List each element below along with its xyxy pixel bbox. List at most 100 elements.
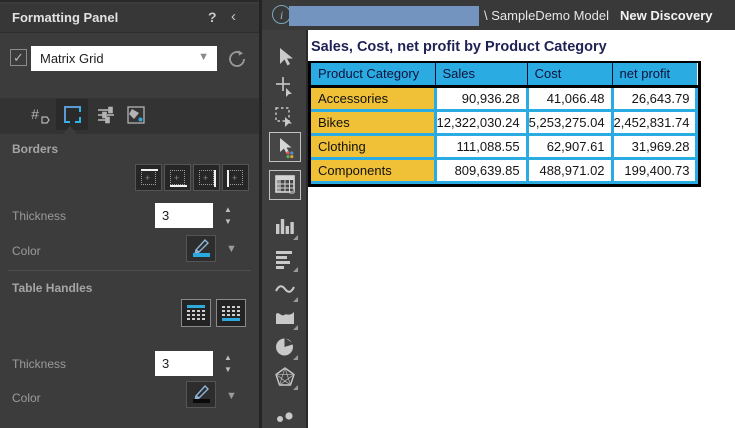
sales-cell[interactable]: 90,936.28	[435, 86, 527, 110]
report-table-body: Accessories 90,936.28 41,066.48 26,643.7…	[311, 86, 697, 182]
table-handles-heading: Table Handles	[12, 281, 92, 295]
borders-tab-icon	[64, 106, 81, 123]
table-row[interactable]: Clothing 111,088.55 62,907.61 31,969.28	[311, 134, 697, 158]
spinner-up-icon[interactable]: ▲	[224, 205, 232, 214]
handles-thickness-label: Thickness	[12, 357, 66, 371]
borders-color-label: Color	[12, 244, 41, 258]
net-profit-cell[interactable]: 26,643.79	[612, 86, 697, 110]
collapse-panel-icon[interactable]: ‹	[231, 8, 236, 25]
handles-color-picker[interactable]	[186, 381, 216, 408]
reset-formatting-button[interactable]	[225, 47, 249, 71]
borders-color-swatch	[193, 253, 210, 257]
border-bottom-button[interactable]: +	[164, 164, 191, 191]
target-enabled-checkbox[interactable]: ✓	[10, 49, 27, 66]
matrix-grid[interactable]: Product Category Sales Cost net profit A…	[308, 61, 701, 187]
handles-thickness-spinner[interactable]: ▲ ▼	[221, 351, 237, 376]
spinner-down-icon[interactable]: ▼	[224, 217, 232, 226]
table-bottom-handle-icon	[222, 305, 240, 321]
radar-chart-tool[interactable]	[274, 366, 296, 388]
borders-section-heading: Borders	[12, 142, 58, 156]
target-dropdown[interactable]: Matrix Grid ▼	[31, 46, 217, 71]
table-header-row: Product Category Sales Cost net profit	[311, 63, 697, 86]
handle-top-button[interactable]	[181, 299, 211, 327]
spinner-up-icon[interactable]: ▲	[224, 353, 232, 362]
category-cell[interactable]: Clothing	[311, 134, 435, 158]
redacted-model-name	[289, 6, 479, 26]
reset-icon	[225, 47, 249, 71]
handles-color-label: Color	[12, 391, 41, 405]
handles-thickness-input[interactable]	[155, 351, 213, 376]
report-canvas: Sales, Cost, net profit by Product Categ…	[308, 30, 735, 428]
borders-thickness-spinner[interactable]: ▲ ▼	[221, 203, 237, 228]
column-header[interactable]: Product Category	[311, 63, 435, 86]
line-chart-tool[interactable]	[274, 278, 296, 300]
border-left-button[interactable]: +	[222, 164, 249, 191]
net-profit-cell[interactable]: 31,969.28	[612, 134, 697, 158]
cursor-icon	[274, 46, 296, 68]
new-discovery-button[interactable]: New Discovery	[620, 8, 713, 23]
formatting-panel-title: Formatting Panel	[12, 10, 118, 25]
chevron-down-icon: ▼	[198, 51, 209, 63]
section-divider	[8, 270, 251, 271]
sliders-icon	[95, 104, 117, 126]
borders-color-picker[interactable]	[186, 235, 216, 262]
cost-cell[interactable]: 5,253,275.04	[527, 110, 612, 134]
paint-bucket-icon	[125, 104, 147, 126]
scatter-chart-tool[interactable]	[274, 408, 296, 428]
svg-text:#: #	[31, 106, 39, 122]
category-cell[interactable]: Bikes	[311, 110, 435, 134]
border-right-button[interactable]: +	[193, 164, 220, 191]
marquee-cursor-icon	[274, 106, 296, 128]
category-cell[interactable]: Components	[311, 158, 435, 182]
net-profit-cell[interactable]: 199,400.73	[612, 158, 697, 182]
sales-cell[interactable]: 809,639.85	[435, 158, 527, 182]
grid-view-tool[interactable]	[269, 170, 301, 200]
discovery-top-bar: i \ SampleDemo Model New Discovery	[262, 0, 735, 30]
select-tool[interactable]	[274, 46, 296, 68]
category-cell[interactable]: Accessories	[311, 86, 435, 110]
settings-tab[interactable]	[90, 99, 122, 130]
bar-chart-tool[interactable]	[274, 248, 296, 270]
sales-cell[interactable]: 12,322,030.24	[435, 110, 527, 134]
area-chart-tool[interactable]	[274, 306, 296, 328]
report-title: Sales, Cost, net profit by Product Categ…	[311, 39, 607, 55]
help-icon[interactable]: ?	[208, 9, 217, 25]
column-header[interactable]: Sales	[435, 63, 527, 86]
sales-cell[interactable]: 111,088.55	[435, 134, 527, 158]
report-table: Product Category Sales Cost net profit A…	[311, 63, 698, 184]
grid-icon	[273, 173, 297, 197]
scatter-chart-icon	[274, 408, 296, 428]
cost-cell[interactable]: 41,066.48	[527, 86, 612, 110]
target-dropdown-value: Matrix Grid	[40, 51, 104, 66]
column-header[interactable]: net profit	[612, 63, 697, 86]
table-top-handle-icon	[187, 305, 205, 321]
crosshair-cursor-icon	[274, 76, 296, 98]
model-path: \ SampleDemo Model	[484, 8, 609, 23]
highlight-cursor-icon	[273, 135, 297, 159]
cost-cell[interactable]: 488,971.02	[527, 158, 612, 182]
pie-chart-tool[interactable]	[274, 336, 296, 358]
spinner-down-icon[interactable]: ▼	[224, 365, 232, 374]
formatting-tab-row: #	[0, 98, 259, 134]
column-header[interactable]: Cost	[527, 63, 612, 86]
handles-color-caret-icon[interactable]: ▼	[226, 390, 237, 402]
number-format-icon: #	[29, 104, 51, 126]
borders-thickness-input[interactable]	[155, 203, 213, 228]
fill-tab[interactable]	[120, 99, 152, 130]
column-chart-tool[interactable]	[274, 216, 296, 238]
cost-cell[interactable]: 62,907.61	[527, 134, 612, 158]
table-row[interactable]: Bikes 12,322,030.24 5,253,275.04 2,452,8…	[311, 110, 697, 134]
table-row[interactable]: Accessories 90,936.28 41,066.48 26,643.7…	[311, 86, 697, 110]
border-top-button[interactable]: +	[135, 164, 162, 191]
highlight-select-tool[interactable]	[269, 132, 301, 162]
handle-bottom-button[interactable]	[216, 299, 246, 327]
number-format-tab[interactable]: #	[24, 99, 56, 130]
borders-color-caret-icon[interactable]: ▼	[226, 243, 237, 255]
active-tab-notch	[63, 126, 77, 134]
point-select-tool[interactable]	[274, 76, 296, 98]
table-row[interactable]: Components 809,639.85 488,971.02 199,400…	[311, 158, 697, 182]
net-profit-cell[interactable]: 2,452,831.74	[612, 110, 697, 134]
marquee-select-tool[interactable]	[274, 106, 296, 128]
borders-thickness-label: Thickness	[12, 209, 66, 223]
formatting-panel: Formatting Panel ? ‹ ✓ Matrix Grid ▼ #	[0, 0, 259, 428]
